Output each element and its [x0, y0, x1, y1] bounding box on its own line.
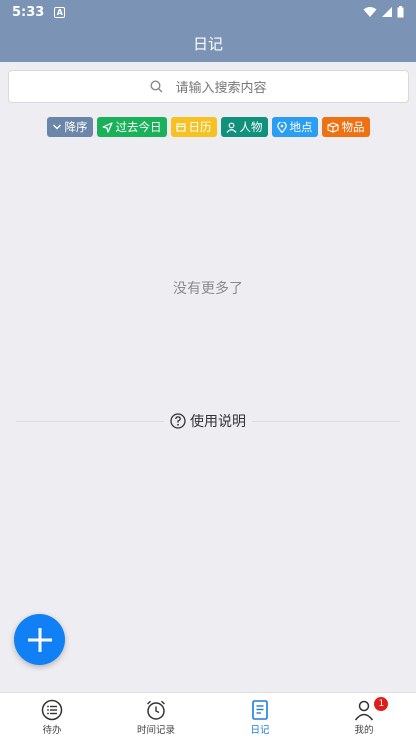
wifi-icon — [363, 7, 377, 17]
filter-label: 物品 — [341, 120, 365, 134]
filter-label: 日历 — [188, 120, 212, 134]
notification-icon: A — [54, 6, 66, 18]
app-header: 日记 — [0, 24, 416, 62]
tab-label: 待办 — [42, 725, 62, 736]
location-icon — [276, 121, 287, 133]
tab-mine[interactable]: 我的 1 — [312, 693, 416, 739]
user-icon — [354, 700, 374, 721]
filter-location[interactable]: 地点 — [271, 117, 318, 137]
send-icon — [101, 121, 113, 133]
bottom-tab-bar: 待办 时间记录 日记 我的 1 — [0, 692, 416, 739]
empty-state-text: 没有更多了 — [173, 281, 243, 297]
box-icon — [326, 121, 339, 133]
tab-label: 日记 — [250, 725, 270, 736]
divider-line — [252, 420, 400, 422]
filter-person[interactable]: 人物 — [220, 117, 268, 137]
person-icon — [226, 122, 236, 133]
filter-calendar[interactable]: 日历 — [170, 117, 217, 137]
battery-icon — [397, 6, 404, 18]
alarm-icon — [147, 700, 165, 720]
filter-items[interactable]: 物品 — [321, 117, 370, 137]
tab-time-record[interactable]: 时间记录 — [104, 693, 208, 739]
page-title: 日记 — [192, 34, 223, 53]
list-icon — [41, 699, 63, 721]
tab-label: 时间记录 — [136, 725, 175, 736]
search-input[interactable]: 请输入搜索内容 — [8, 70, 409, 103]
help-link[interactable]: 使用说明 — [164, 411, 252, 431]
filter-past-today[interactable]: 过去今日 — [96, 117, 167, 137]
add-diary-button[interactable] — [14, 614, 65, 665]
help-label: 使用说明 — [190, 414, 246, 430]
filter-label: 人物 — [239, 120, 263, 134]
status-icons — [363, 6, 404, 18]
search-placeholder: 请输入搜索内容 — [175, 81, 267, 96]
plus-icon — [27, 627, 52, 652]
filter-bar: 降序 过去今日 日历 人物 地点 物品 — [0, 117, 416, 137]
filter-label: 降序 — [64, 120, 88, 134]
search-icon — [150, 80, 163, 93]
status-time: 5:33 — [12, 4, 45, 20]
document-icon — [252, 700, 268, 720]
chevron-down-icon — [52, 124, 61, 130]
status-bar: 5:33 A — [0, 0, 416, 24]
filter-label: 地点 — [289, 120, 313, 134]
filter-label: 过去今日 — [115, 120, 162, 134]
help-divider: 使用说明 — [16, 410, 400, 432]
calendar-icon — [175, 123, 186, 132]
divider-line — [16, 420, 164, 422]
filter-sort[interactable]: 降序 — [46, 117, 93, 137]
signal-icon — [382, 7, 392, 17]
question-icon — [170, 413, 186, 429]
tab-diary[interactable]: 日记 — [208, 693, 312, 739]
tab-label: 我的 — [354, 725, 374, 736]
notification-badge: 1 — [374, 697, 389, 711]
tab-todo[interactable]: 待办 — [0, 693, 104, 739]
